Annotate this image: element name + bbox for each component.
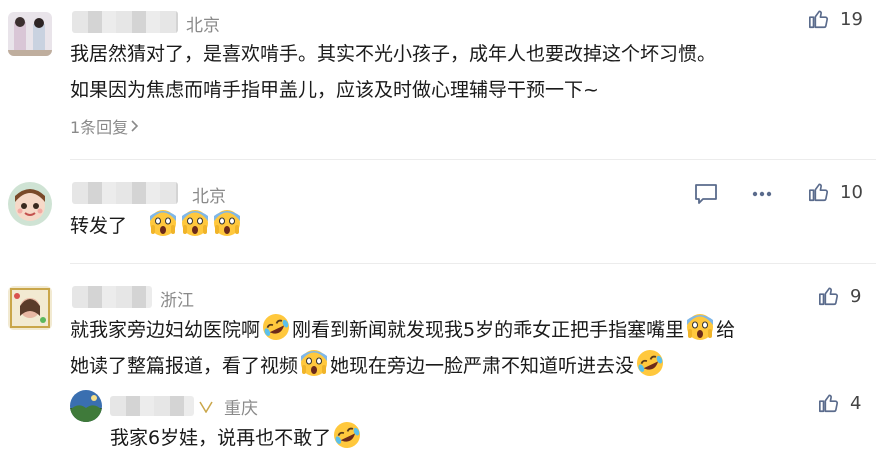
reply-button[interactable] — [692, 181, 720, 207]
username-blurred[interactable] — [72, 11, 178, 33]
avatar[interactable] — [8, 12, 52, 56]
like-count: 4 — [850, 392, 862, 414]
thumbs-up-icon — [809, 10, 828, 29]
rofl-emoji-icon — [637, 350, 664, 376]
location-text: 北京 — [192, 187, 226, 207]
comment-1: 北京 19 我居然猜对了，是喜欢啃手。其实不光小孩子，成年人也要改掉这个坏习惯。… — [0, 0, 876, 160]
like-button[interactable]: 9 — [818, 285, 861, 307]
text-segment: 就我家旁边妇幼医院啊 — [70, 319, 261, 341]
text-segment: 刚看到新闻就发现我5岁的乖女正把手指塞嘴里 — [292, 319, 685, 341]
location-text: 重庆 — [224, 399, 258, 419]
rofl-emoji-icon — [334, 422, 361, 448]
reply-text: 我家6岁娃，说再也不敢了 — [110, 420, 363, 456]
reply-count: 1条回复 — [70, 118, 129, 137]
text-segment: 给 — [716, 319, 736, 341]
view-replies-link[interactable]: 1条回复 — [70, 114, 140, 138]
location-text: 浙江 — [160, 291, 194, 311]
comment-text: 我居然猜对了，是喜欢啃手。其实不光小孩子，成年人也要改掉这个坏习惯。 如果因为焦… — [70, 36, 716, 108]
thumbs-up-icon — [819, 394, 838, 413]
comment-body: 转发了 — [70, 215, 128, 237]
like-button[interactable]: 10 — [808, 181, 863, 203]
like-count: 10 — [840, 181, 863, 203]
avatar[interactable] — [8, 286, 52, 330]
reply-item: 重庆 4 我家6岁娃，说再也不敢了 — [0, 384, 876, 468]
comment-3: 浙江 9 就我家旁边妇幼医院啊 刚看到新闻就发现我5岁的乖女正把手指塞嘴里 给 她读… — [0, 264, 876, 468]
comment-2: 北京 10 转发了 — [0, 160, 876, 264]
scream-emoji-icon — [214, 210, 241, 236]
heart-badge-icon — [199, 401, 213, 413]
location-text: 北京 — [186, 16, 220, 36]
comment-line-1: 就我家旁边妇幼医院啊 刚看到新闻就发现我5岁的乖女正把手指塞嘴里 给 — [70, 312, 735, 348]
avatar-image — [8, 12, 52, 56]
like-button[interactable]: 19 — [808, 8, 863, 30]
comment-line-2: 她读了整篇报道，看了视频 她现在旁边一脸严肃不知道听进去没 — [70, 348, 735, 384]
text-segment: 她现在旁边一脸严肃不知道听进去没 — [330, 355, 635, 377]
avatar-image — [8, 182, 52, 226]
thumbs-up-icon — [819, 287, 838, 306]
avatar[interactable] — [8, 182, 52, 226]
username-blurred[interactable] — [72, 286, 152, 308]
thumbs-up-icon — [809, 183, 828, 202]
like-button[interactable]: 4 — [818, 392, 861, 414]
text-segment: 她读了整篇报道，看了视频 — [70, 355, 299, 377]
more-dots-icon — [752, 191, 772, 197]
avatar-image — [8, 286, 52, 330]
chevron-right-icon — [131, 120, 139, 132]
comment-line-1: 我居然猜对了，是喜欢啃手。其实不光小孩子，成年人也要改掉这个坏习惯。 — [70, 43, 717, 65]
comment-icon — [695, 184, 717, 204]
scream-emoji-icon — [150, 210, 177, 236]
comment-text: 转发了 — [70, 208, 243, 244]
reply-body: 我家6岁娃，说再也不敢了 — [110, 427, 332, 449]
rofl-emoji-icon — [263, 314, 290, 340]
username-blurred[interactable] — [72, 182, 178, 204]
like-count: 9 — [850, 285, 862, 307]
scream-emoji-icon — [301, 350, 328, 376]
avatar[interactable] — [70, 390, 102, 422]
like-count: 19 — [840, 8, 863, 30]
avatar-image — [70, 390, 102, 422]
comment-line-2: 如果因为焦虑而啃手指甲盖儿，应该及时做心理辅导干预一下~ — [70, 79, 599, 101]
comment-text: 就我家旁边妇幼医院啊 刚看到新闻就发现我5岁的乖女正把手指塞嘴里 给 她读了整篇报道… — [70, 312, 735, 384]
more-button[interactable] — [750, 181, 774, 207]
scream-emoji-icon — [182, 210, 209, 236]
scream-emoji-icon — [687, 314, 714, 340]
username-blurred[interactable] — [110, 396, 194, 416]
